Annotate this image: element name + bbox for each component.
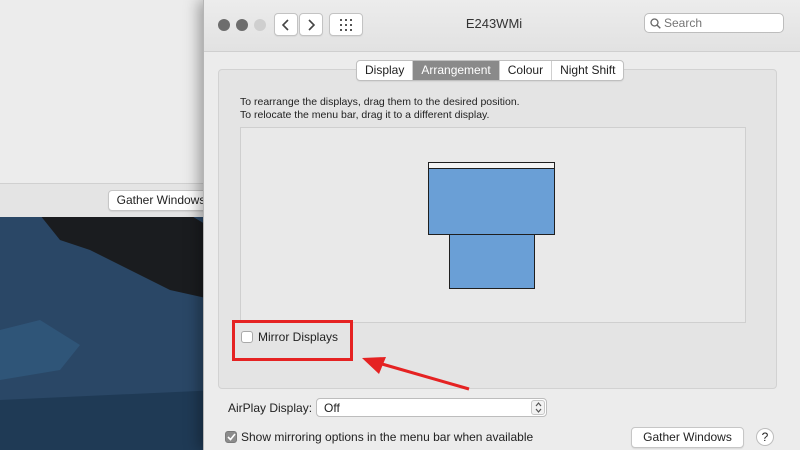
show-mirroring-label: Show mirroring options in the menu bar w… [241, 430, 534, 444]
tab-colour[interactable]: Colour [500, 61, 553, 80]
title-bar: E243WMi [204, 0, 800, 52]
primary-display[interactable] [428, 162, 555, 235]
chevron-right-icon [308, 18, 315, 31]
search-field[interactable] [644, 13, 784, 33]
updown-arrows-icon [531, 400, 545, 415]
forward-button[interactable] [299, 13, 323, 36]
instruction-line-2: To relocate the menu bar, drag it to a d… [240, 109, 490, 121]
show-mirroring-option[interactable]: Show mirroring options in the menu bar w… [225, 430, 533, 444]
chevron-left-icon [282, 18, 289, 31]
menu-bar-indicator[interactable] [429, 163, 554, 169]
secondary-display[interactable] [449, 234, 535, 289]
search-input[interactable] [664, 16, 774, 30]
search-icon [650, 17, 661, 29]
back-button[interactable] [274, 13, 298, 36]
airplay-display-select[interactable]: Off [316, 398, 547, 417]
display-arrangement-area [240, 127, 746, 323]
arrangement-instructions: To rearrange the displays, drag them to … [240, 96, 520, 122]
airplay-display-label: AirPlay Display: [228, 401, 313, 415]
window-title: E243WMi [465, 16, 523, 31]
background-gather-windows-button[interactable]: Gather Windows [108, 190, 214, 211]
tab-display[interactable]: Display [357, 61, 414, 80]
tab-arrangement[interactable]: Arrangement [413, 61, 500, 80]
tab-night-shift[interactable]: Night Shift [552, 61, 623, 80]
close-window-icon[interactable] [218, 19, 230, 31]
grid-icon [340, 18, 352, 31]
background-window: Gather Windows [0, 0, 215, 217]
zoom-window-icon[interactable] [254, 19, 266, 31]
show-all-button[interactable] [329, 13, 363, 36]
minimize-window-icon[interactable] [236, 19, 248, 31]
tab-bar: Display Arrangement Colour Night Shift [356, 60, 625, 81]
display-preferences-window: E243WMi Display Arrangement Colour Night… [203, 0, 800, 450]
help-button[interactable]: ? [756, 428, 774, 446]
gather-windows-button[interactable]: Gather Windows [631, 427, 744, 448]
instruction-line-1: To rearrange the displays, drag them to … [240, 96, 520, 108]
airplay-selected-value: Off [324, 400, 340, 415]
show-mirroring-checkbox[interactable] [225, 431, 237, 443]
highlight-annotation-box [232, 320, 353, 361]
checkmark-icon [226, 433, 236, 441]
